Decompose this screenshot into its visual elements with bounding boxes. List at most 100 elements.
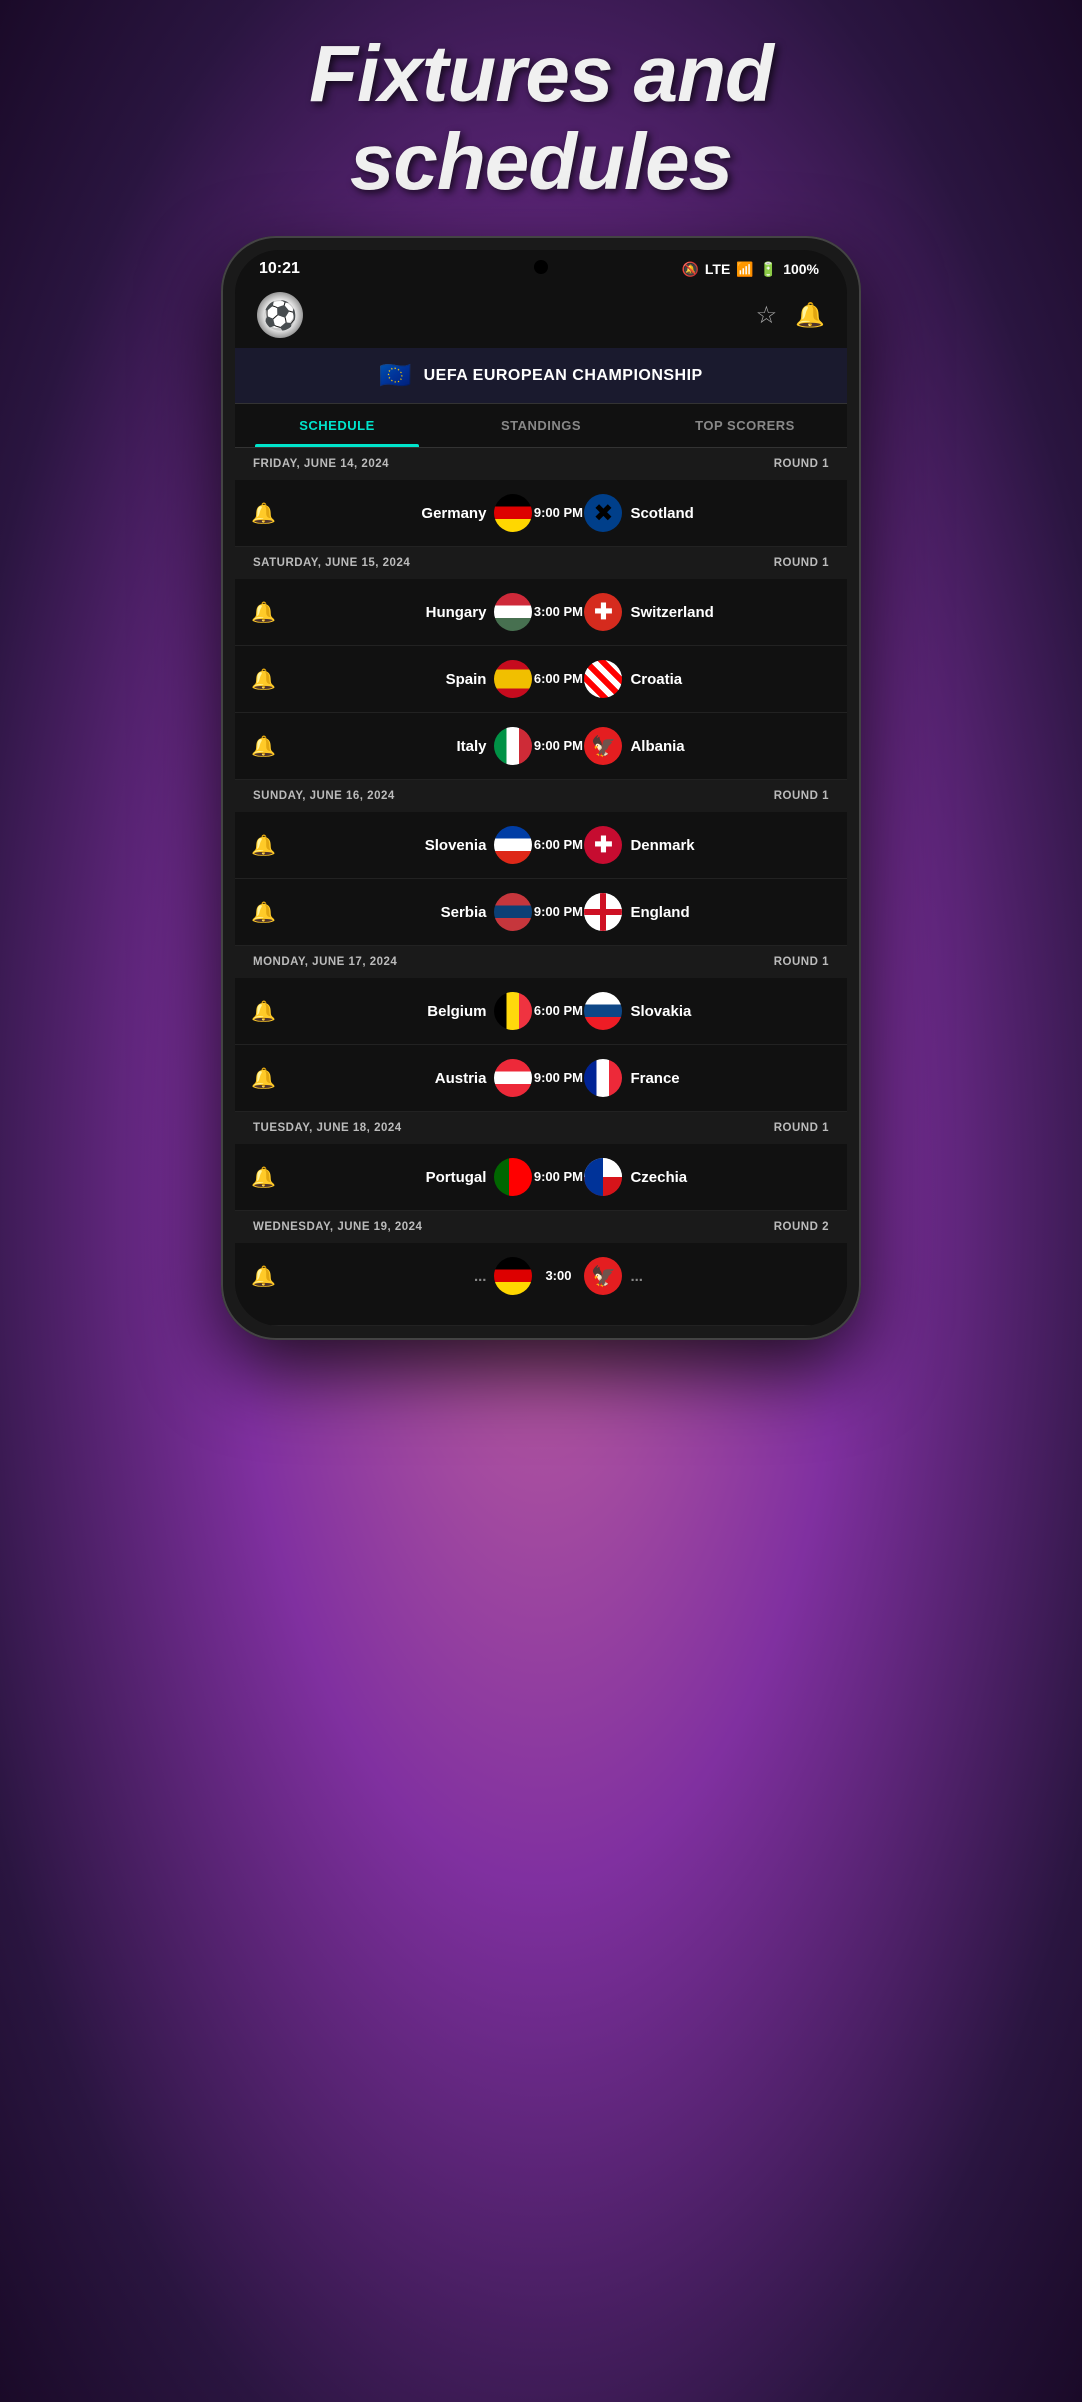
match-info: Slovenia 6:00 PM ✚ Denmark: [286, 826, 831, 864]
match-time: 3:00: [532, 1268, 584, 1285]
match-time: 9:00 PM: [532, 904, 584, 921]
league-name: UEFA EUROPEAN CHAMPIONSHIP: [424, 367, 703, 385]
match-time: 9:00 PM: [532, 1169, 584, 1186]
battery-level: 100%: [783, 261, 819, 277]
bell-icon[interactable]: 🔔: [251, 1165, 276, 1190]
date-label-1: SATURDAY, JUNE 15, 2024: [253, 557, 410, 569]
date-group-2: SUNDAY, JUNE 16, 2024 ROUND 1: [235, 780, 847, 812]
flag-belgium: [494, 992, 532, 1030]
round-label-3: ROUND 1: [774, 956, 829, 968]
team-home: Hungary: [286, 593, 533, 631]
team-home: Slovenia: [286, 826, 533, 864]
tabs-bar: SCHEDULE STANDINGS TOP SCORERS: [235, 404, 847, 448]
team-away: Slovakia: [584, 992, 831, 1030]
round-label-0: ROUND 1: [774, 458, 829, 470]
status-time: 10:21: [259, 260, 300, 278]
match-time: 6:00 PM: [532, 1003, 584, 1020]
date-group-0: FRIDAY, JUNE 14, 2024 ROUND 1: [235, 448, 847, 480]
flag-slovakia: [584, 992, 622, 1030]
date-label-4: TUESDAY, JUNE 18, 2024: [253, 1122, 402, 1134]
league-flag: 🇪🇺: [379, 360, 411, 391]
team-home: Italy: [286, 727, 533, 765]
team-home: Serbia: [286, 893, 533, 931]
bell-icon[interactable]: 🔔: [251, 667, 276, 692]
bell-icon[interactable]: 🔔: [251, 734, 276, 759]
bell-icon[interactable]: 🔔: [251, 999, 276, 1024]
match-time: 6:00 PM: [532, 837, 584, 854]
bell-icon[interactable]: 🔔: [251, 833, 276, 858]
team-away: ✖ Scotland: [584, 494, 831, 532]
flag-slovenia: [494, 826, 532, 864]
camera-hole: [534, 260, 548, 274]
date-label-5: WEDNESDAY, JUNE 19, 2024: [253, 1221, 422, 1233]
match-row: 🔔 Slovenia 6:00 PM ✚ Denmark: [235, 812, 847, 879]
date-label-3: MONDAY, JUNE 17, 2024: [253, 956, 397, 968]
bell-icon[interactable]: 🔔: [251, 1264, 276, 1289]
team-home: Portugal: [286, 1158, 533, 1196]
flag-czechia: [584, 1158, 622, 1196]
flag-germany: [494, 494, 532, 532]
match-row: 🔔 Spain 6:00 PM Croatia: [235, 646, 847, 713]
bell-icon[interactable]: 🔔: [251, 900, 276, 925]
date-label-2: SUNDAY, JUNE 16, 2024: [253, 790, 395, 802]
team-away: Czechia: [584, 1158, 831, 1196]
match-info: Belgium 6:00 PM Slovakia: [286, 992, 831, 1030]
flag-portugal: [494, 1158, 532, 1196]
app-logo: ⚽: [257, 292, 303, 338]
team-away: 🦅 Albania: [584, 727, 831, 765]
match-row: 🔔 Portugal 9:00 PM: [235, 1144, 847, 1211]
notification-icon[interactable]: 🔔: [795, 301, 825, 330]
date-group-1: SATURDAY, JUNE 15, 2024 ROUND 1: [235, 547, 847, 579]
match-row: 🔔 Italy 9:00 PM 🦅 Albania: [235, 713, 847, 780]
flag-partial-home: [494, 1257, 532, 1295]
flag-france: [584, 1059, 622, 1097]
bell-icon[interactable]: 🔔: [251, 600, 276, 625]
date-label-0: FRIDAY, JUNE 14, 2024: [253, 458, 389, 470]
page-title: Fixtures and schedules: [309, 30, 773, 206]
match-time: 9:00 PM: [532, 1070, 584, 1087]
match-row: 🔔 Belgium 6:00 PM Slovakia: [235, 978, 847, 1045]
signal-icon: 📶: [736, 261, 753, 278]
flag-partial-away: 🦅: [584, 1257, 622, 1295]
status-icons: 🔕 LTE 📶 🔋 100%: [681, 261, 819, 278]
team-away: France: [584, 1059, 831, 1097]
flag-hungary: [494, 593, 532, 631]
schedule-content: FRIDAY, JUNE 14, 2024 ROUND 1 🔔 Germany …: [235, 448, 847, 1326]
match-time: 9:00 PM: [532, 738, 584, 755]
lte-label: LTE: [705, 261, 730, 277]
bell-icon[interactable]: 🔔: [251, 501, 276, 526]
flag-serbia: [494, 893, 532, 931]
match-row: 🔔 Austria 9:00 PM France: [235, 1045, 847, 1112]
tab-top-scorers[interactable]: TOP SCORERS: [643, 404, 847, 447]
bell-icon[interactable]: 🔔: [251, 1066, 276, 1091]
team-away: ✚ Denmark: [584, 826, 831, 864]
date-group-4: TUESDAY, JUNE 18, 2024 ROUND 1: [235, 1112, 847, 1144]
team-home: Germany: [286, 494, 533, 532]
team-away: Croatia: [584, 660, 831, 698]
team-home: ...: [286, 1257, 533, 1295]
match-info: Hungary 3:00 PM ✚ Switzerland: [286, 593, 831, 631]
flag-scotland: ✖: [584, 494, 622, 532]
match-row: 🔔 Serbia 9:00 PM England: [235, 879, 847, 946]
round-label-2: ROUND 1: [774, 790, 829, 802]
favorite-icon[interactable]: ☆: [756, 301, 778, 330]
flag-denmark: ✚: [584, 826, 622, 864]
tab-standings[interactable]: STANDINGS: [439, 404, 643, 447]
flag-spain: [494, 660, 532, 698]
match-info: Serbia 9:00 PM England: [286, 893, 831, 931]
phone-device: 10:21 🔕 LTE 📶 🔋 100% ⚽ ☆ 🔔 🇪🇺 UEFA EUROP…: [221, 236, 861, 1340]
flag-austria: [494, 1059, 532, 1097]
flag-italy: [494, 727, 532, 765]
tab-schedule[interactable]: SCHEDULE: [235, 404, 439, 447]
team-home: Belgium: [286, 992, 533, 1030]
team-home: Spain: [286, 660, 533, 698]
round-label-1: ROUND 1: [774, 557, 829, 569]
match-info: Austria 9:00 PM France: [286, 1059, 831, 1097]
league-header: 🇪🇺 UEFA EUROPEAN CHAMPIONSHIP: [235, 348, 847, 404]
match-row: 🔔 Hungary 3:00 PM ✚ Switzerland: [235, 579, 847, 646]
flag-england: [584, 893, 622, 931]
flag-croatia: [584, 660, 622, 698]
team-away: England: [584, 893, 831, 931]
date-group-3: MONDAY, JUNE 17, 2024 ROUND 1: [235, 946, 847, 978]
battery-icon: 🔋: [760, 261, 777, 278]
